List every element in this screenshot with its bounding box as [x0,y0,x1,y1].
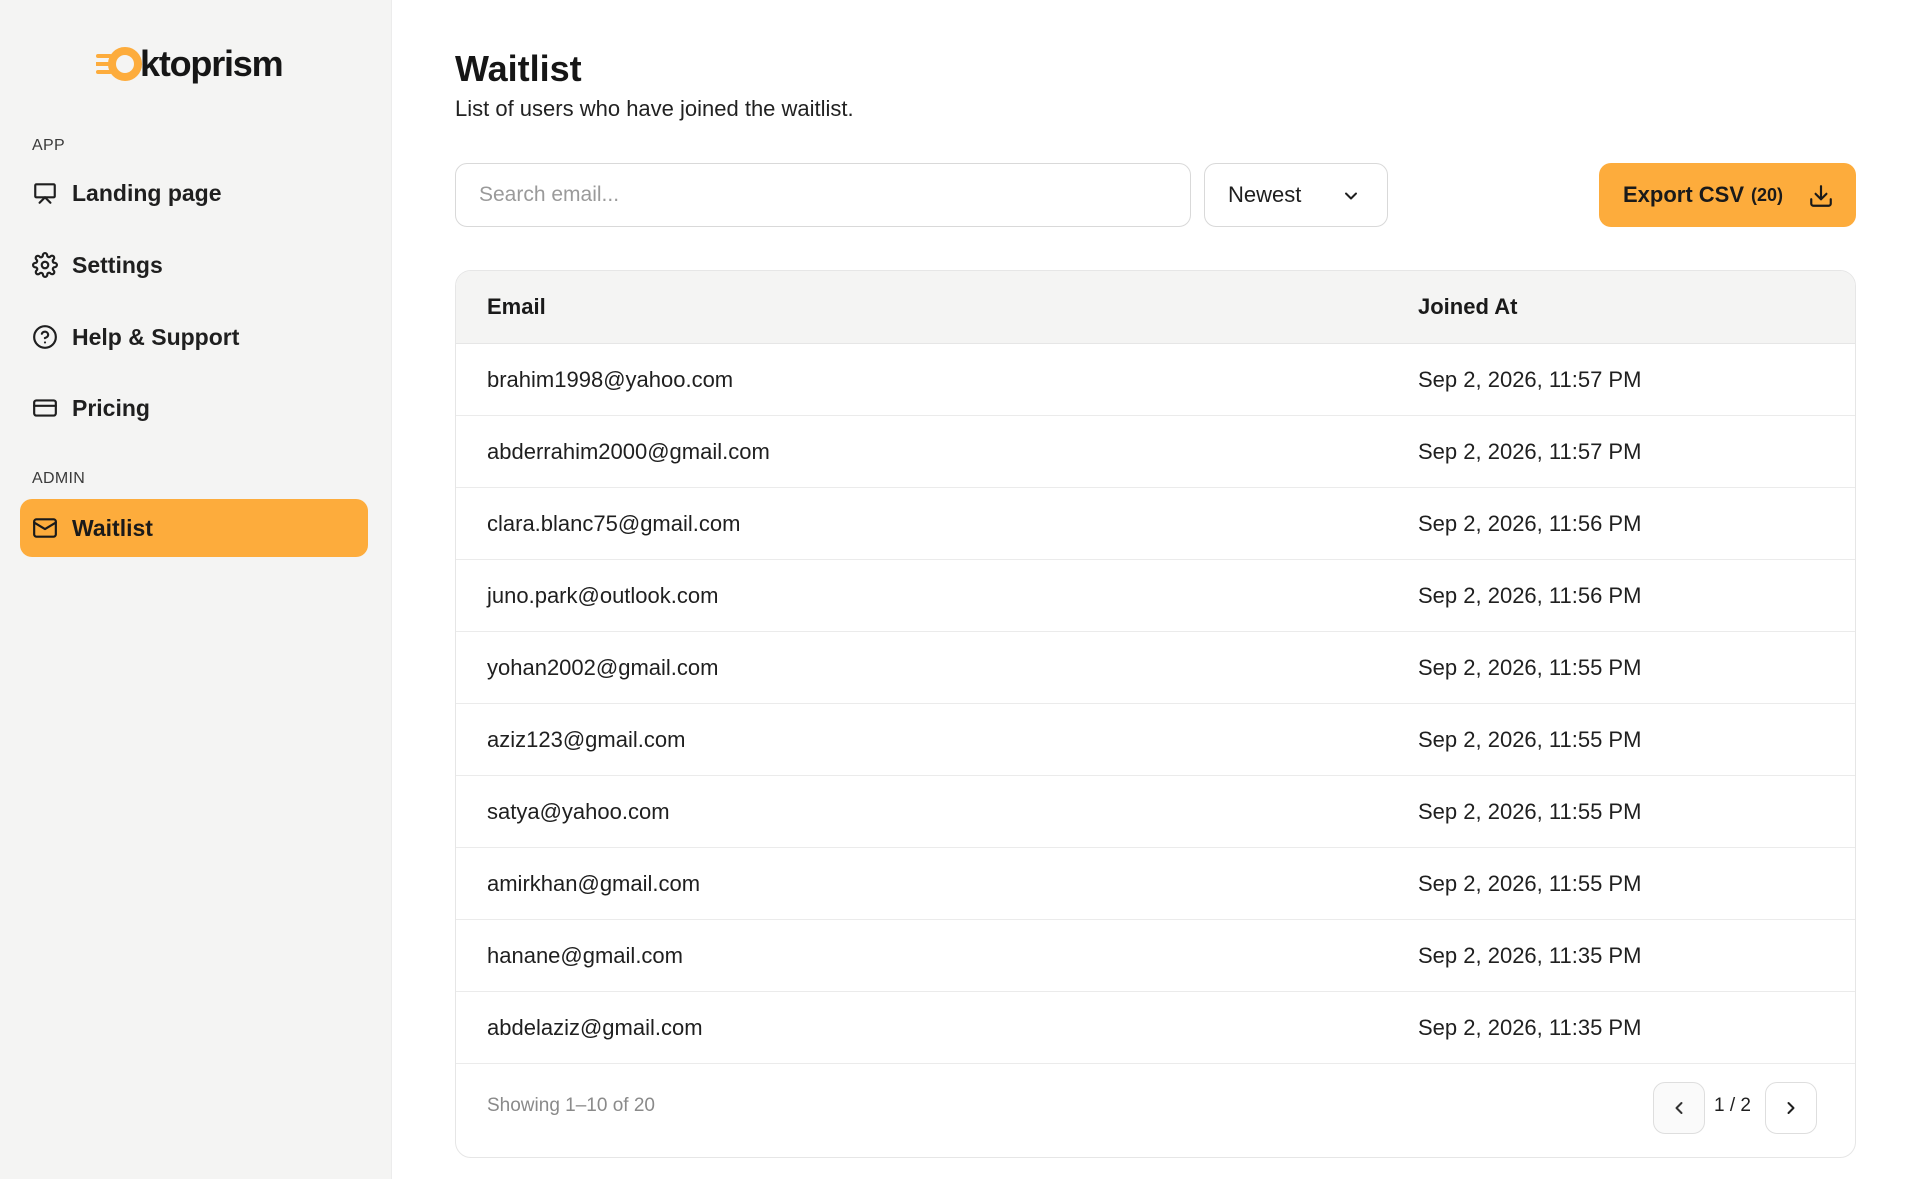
table-row: juno.park@outlook.com Sep 2, 2026, 11:56… [456,560,1855,632]
next-page-button[interactable] [1765,1082,1817,1134]
sidebar-item-waitlist[interactable]: Waitlist [20,499,368,557]
joined-at-cell: Sep 2, 2026, 11:55 PM [1418,654,1642,680]
table-footer: Showing 1–10 of 20 1 / 2 [456,1064,1855,1152]
brand-logo[interactable]: ktoprism [96,42,284,86]
gear-icon [32,252,58,278]
email-cell: amirkhan@gmail.com [487,870,701,896]
joined-at-cell: Sep 2, 2026, 11:55 PM [1418,726,1642,752]
section-label-admin: ADMIN [32,470,86,487]
table-row: hanane@gmail.com Sep 2, 2026, 11:35 PM [456,920,1855,992]
download-icon [1810,185,1832,207]
chevron-left-icon [1675,1102,1683,1114]
page-subtitle: List of users who have joined the waitli… [455,96,854,121]
page-indicator: 1 / 2 [1714,1095,1751,1116]
joined-at-cell: Sep 2, 2026, 11:57 PM [1418,366,1642,392]
chevron-right-icon [1787,1102,1795,1114]
export-csv-button[interactable]: Export CSV (20) [1599,163,1856,227]
email-cell: hanane@gmail.com [487,942,683,968]
email-cell: clara.blanc75@gmail.com [487,510,741,536]
sidebar-item-label: Pricing [72,394,150,421]
sidebar-item-pricing[interactable]: Pricing [20,379,368,437]
sidebar-item-label: Settings [72,251,163,278]
joined-at-cell: Sep 2, 2026, 11:56 PM [1418,510,1642,536]
sidebar-item-settings[interactable]: Settings [20,236,368,294]
column-header-email[interactable]: Email [487,294,546,320]
sidebar-item-landing-page[interactable]: Landing page [20,164,368,222]
table-row: brahim1998@yahoo.com Sep 2, 2026, 11:57 … [456,344,1855,416]
joined-at-cell: Sep 2, 2026, 11:35 PM [1418,1014,1642,1040]
joined-at-cell: Sep 2, 2026, 11:55 PM [1418,870,1642,896]
column-header-joined-at[interactable]: Joined At [1418,294,1517,320]
chevron-down-icon [1345,192,1357,200]
table-row: yohan2002@gmail.com Sep 2, 2026, 11:55 P… [456,632,1855,704]
waitlist-table: Email Joined At brahim1998@yahoo.com Sep… [455,270,1856,1158]
table-row: abderrahim2000@gmail.com Sep 2, 2026, 11… [456,416,1855,488]
mail-icon [32,515,58,541]
email-cell: aziz123@gmail.com [487,726,686,752]
sidebar-item-help-support[interactable]: Help & Support [20,308,368,366]
export-count: (20) [1751,184,1784,205]
sidebar-item-label: Landing page [72,179,222,206]
logo-icon [96,47,142,81]
previous-page-button[interactable] [1653,1082,1705,1134]
presentation-icon [32,180,58,206]
joined-at-cell: Sep 2, 2026, 11:56 PM [1418,582,1642,608]
table-header: Email Joined At [456,271,1855,344]
brand-name: ktoprism [140,43,284,84]
search-input[interactable] [455,163,1191,227]
email-cell: satya@yahoo.com [487,798,670,824]
export-label: Export CSV [1623,182,1745,207]
sidebar-item-label: Waitlist [72,514,153,541]
email-cell: abderrahim2000@gmail.com [487,438,770,464]
sidebar: ktoprism APP Landing page Settings Help … [0,0,392,1179]
email-cell: brahim1998@yahoo.com [487,366,734,392]
joined-at-cell: Sep 2, 2026, 11:57 PM [1418,438,1642,464]
email-cell: juno.park@outlook.com [487,582,719,608]
pagination-summary: Showing 1–10 of 20 [487,1095,655,1116]
joined-at-cell: Sep 2, 2026, 11:55 PM [1418,798,1642,824]
email-cell: abdelaziz@gmail.com [487,1014,703,1040]
sort-value: Newest [1228,182,1302,207]
sidebar-item-label: Help & Support [72,323,240,350]
email-cell: yohan2002@gmail.com [487,654,719,680]
joined-at-cell: Sep 2, 2026, 11:35 PM [1418,942,1642,968]
table-row: aziz123@gmail.com Sep 2, 2026, 11:55 PM [456,704,1855,776]
help-circle-icon [32,324,58,350]
page-title: Waitlist [455,48,582,89]
table-row: abdelaziz@gmail.com Sep 2, 2026, 11:35 P… [456,992,1855,1064]
sort-select[interactable]: Newest [1204,163,1388,227]
credit-card-icon [32,395,58,421]
table-row: satya@yahoo.com Sep 2, 2026, 11:55 PM [456,776,1855,848]
table-row: clara.blanc75@gmail.com Sep 2, 2026, 11:… [456,488,1855,560]
table-row: amirkhan@gmail.com Sep 2, 2026, 11:55 PM [456,848,1855,920]
section-label-app: APP [32,137,65,154]
